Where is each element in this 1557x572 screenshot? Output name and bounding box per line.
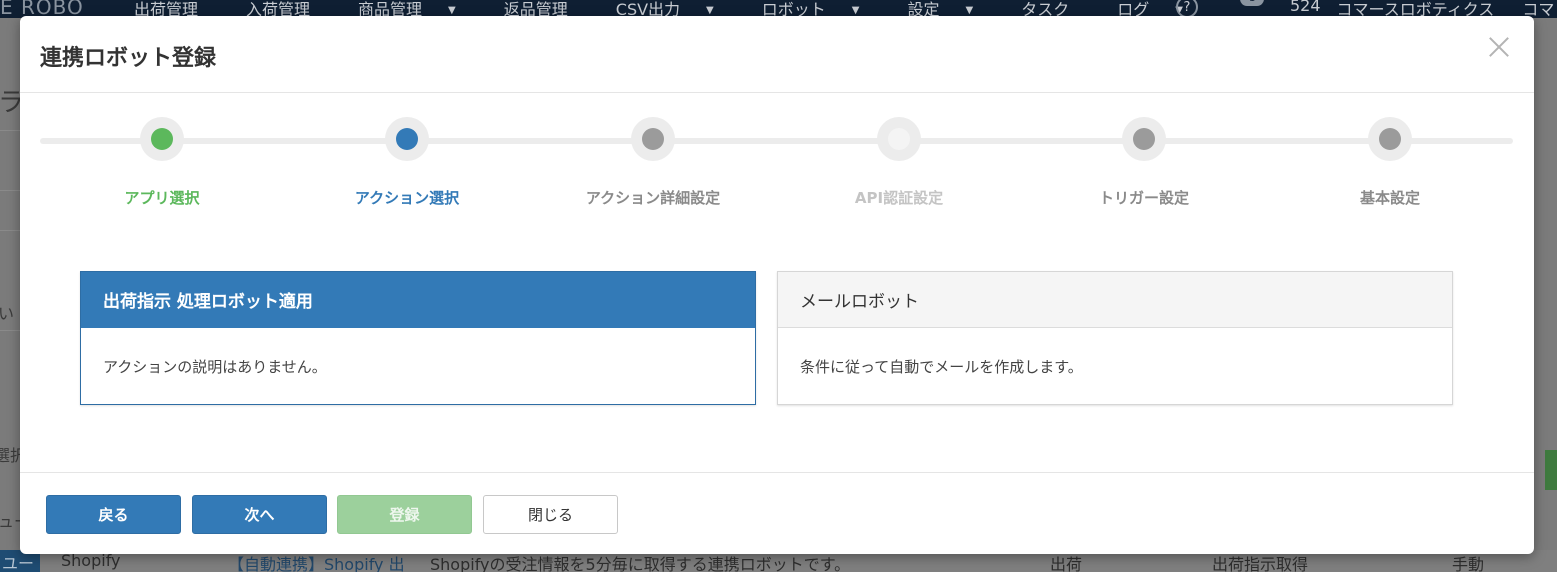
row-description: Shopifyの受注情報を5分毎に取得する連携ロボットです。 [430,555,851,572]
row-action: 出荷指示取得 [1212,555,1309,572]
bg-select-fragment: い [0,304,15,323]
step-dot [642,128,664,150]
modal-header: 連携ロボット登録 [20,16,1534,93]
notification-badge: 1 [1240,0,1264,6]
step-label: 基本設定 [1359,189,1420,207]
step-indicator [877,117,921,161]
user-id: 524 [1290,0,1321,15]
step-api-auth: API認証設定 [809,117,989,208]
close-icon[interactable] [1488,36,1510,58]
bg-divider [0,330,22,331]
step-indicator [631,117,675,161]
step-label: アクション詳細設定 [585,189,721,207]
row-trigger: 手動 [1452,555,1485,572]
robot-registration-modal: 連携ロボット登録 アプリ選択 アクション選択 アクション詳細設定 API認証設定… [20,16,1534,554]
step-label: アプリ選択 [124,189,200,207]
step-action-detail: アクション詳細設定 [563,117,743,208]
step-label: API認証設定 [854,189,944,207]
modal-footer: 戻る 次へ 登録 閉じる [20,472,1534,554]
step-indicator [140,117,184,161]
step-dot [1133,128,1155,150]
bg-divider [0,130,22,131]
caret-down-icon: ▼ [851,5,860,16]
action-card-title: メールロボット [778,272,1452,328]
step-indicator [385,117,429,161]
action-card-title: 出荷指示 処理ロボット適用 [81,272,755,328]
step-dot [1379,128,1401,150]
step-dot [396,128,418,150]
register-button[interactable]: 登録 [337,495,472,534]
step-dot [151,128,173,150]
action-card-description: 条件に従って自動でメールを作成します。 [800,358,1083,376]
step-action-select: アクション選択 [317,117,497,208]
step-dot [888,128,910,150]
close-button[interactable]: 閉じる [483,495,618,534]
back-button[interactable]: 戻る [46,495,181,534]
action-card-description: アクションの説明はありません。 [103,358,327,376]
modal-title: 連携ロボット登録 [40,45,217,70]
caret-down-icon: ▼ [448,5,456,16]
caret-down-icon: ▼ [965,5,974,16]
step-label: トリガー設定 [1098,189,1189,207]
action-card-mail-robot[interactable]: メールロボット 条件に従って自動でメールを作成します。 [777,271,1453,405]
row-name-link: 【自動連携】Shopify 出 [228,555,405,572]
step-basic: 基本設定 [1300,117,1480,208]
next-button[interactable]: 次へ [192,495,327,534]
step-app-select: アプリ選択 [72,117,252,208]
step-label: アクション選択 [354,189,460,207]
bell-icon[interactable]: 1 [1236,0,1264,16]
bg-green-button [1545,450,1557,490]
step-indicator [1122,117,1166,161]
step-indicator [1368,117,1412,161]
stepper-track [40,138,1513,144]
row-category: 出荷 [1050,555,1083,572]
action-card-shipping-robot[interactable]: 出荷指示 処理ロボット適用 アクションの説明はありません。 [80,271,756,405]
caret-down-icon: ▼ [706,5,714,16]
bg-divider [0,190,22,191]
step-trigger: トリガー設定 [1054,117,1234,208]
bg-divider [0,230,22,231]
